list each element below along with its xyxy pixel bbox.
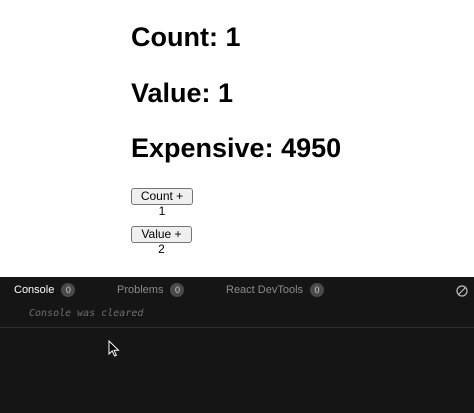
count-increment-button[interactable]: Count + 1 [131, 188, 193, 218]
tab-console-label: Console [14, 284, 55, 296]
devtools-panel: Console 0 Problems 0 React DevTools 0 Co… [0, 277, 474, 413]
tab-problems-badge: 0 [170, 283, 185, 297]
tab-react-devtools[interactable]: React DevTools 0 [226, 283, 325, 297]
tab-console-badge: 0 [61, 283, 76, 297]
tab-console[interactable]: Console 0 [14, 283, 76, 297]
value-increment-button[interactable]: Value + 2 [131, 226, 192, 256]
clear-console-icon[interactable] [456, 284, 468, 297]
tab-react-devtools-badge: 0 [310, 283, 325, 297]
app-preview: Count: 1 Value: 1 Expensive: 4950 Count … [0, 0, 474, 277]
expensive-heading: Expensive: 4950 [131, 133, 342, 163]
console-cleared-message: Console was cleared [29, 308, 144, 319]
value-heading: Value: 1 [131, 78, 234, 108]
tab-problems-label: Problems [117, 284, 164, 296]
console-input-area[interactable] [0, 328, 474, 413]
count-heading: Count: 1 [131, 22, 241, 52]
tab-problems[interactable]: Problems 0 [117, 283, 185, 297]
page: Count: 1 Value: 1 Expensive: 4950 Count … [0, 0, 474, 413]
tab-react-devtools-label: React DevTools [226, 284, 304, 296]
devtools-tab-bar: Console 0 Problems 0 React DevTools 0 [0, 277, 474, 303]
mouse-cursor-icon [108, 339, 120, 357]
